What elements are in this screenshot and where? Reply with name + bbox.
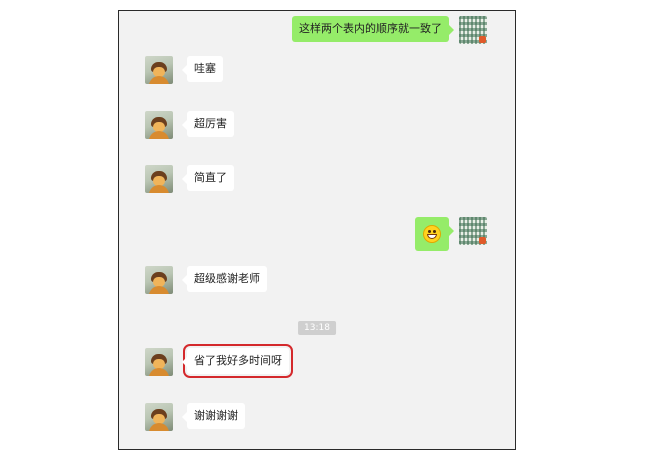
message-bubble[interactable]: 哇塞 (182, 56, 223, 82)
message-incoming: 哇塞 (145, 56, 223, 84)
message-incoming: 省了我好多时间呀 (145, 344, 293, 378)
message-incoming: 谢谢谢谢 (145, 403, 245, 431)
message-outgoing: 这样两个表内的顺序就一致了 (292, 16, 487, 44)
message-bubble[interactable] (415, 217, 454, 251)
message-incoming: 简直了 (145, 165, 234, 193)
message-bubble[interactable]: 谢谢谢谢 (182, 403, 245, 429)
contact-avatar[interactable] (145, 348, 173, 376)
message-bubble[interactable]: 简直了 (182, 165, 234, 191)
message-outgoing (415, 217, 487, 251)
message-incoming: 超级感谢老师 (145, 266, 267, 294)
contact-avatar[interactable] (145, 165, 173, 193)
grinning-face-emoji-icon (423, 225, 441, 243)
message-bubble-highlighted[interactable]: 省了我好多时间呀 (182, 344, 293, 378)
message-incoming: 超厉害 (145, 111, 234, 139)
message-bubble[interactable]: 这样两个表内的顺序就一致了 (292, 16, 454, 42)
contact-avatar[interactable] (145, 266, 173, 294)
message-timestamp: 13:18 (298, 321, 336, 335)
message-bubble[interactable]: 超级感谢老师 (182, 266, 267, 292)
chat-window: 这样两个表内的顺序就一致了 哇塞 超厉害 简直了 超级感谢老师 13:18 省了… (118, 10, 516, 450)
message-bubble[interactable]: 超厉害 (182, 111, 234, 137)
contact-avatar[interactable] (145, 56, 173, 84)
contact-avatar[interactable] (145, 403, 173, 431)
my-avatar[interactable] (459, 217, 487, 245)
my-avatar[interactable] (459, 16, 487, 44)
contact-avatar[interactable] (145, 111, 173, 139)
